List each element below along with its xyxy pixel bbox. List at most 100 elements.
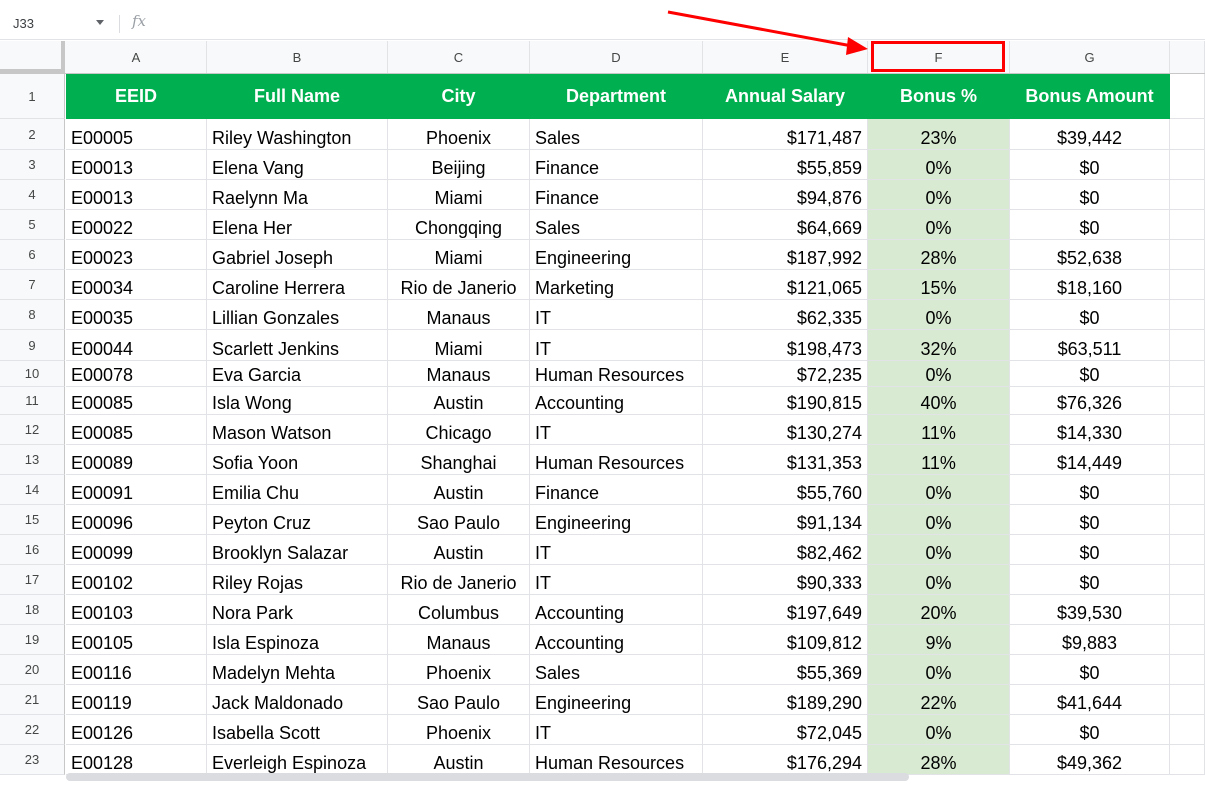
table-cell[interactable]: $0 bbox=[1010, 210, 1170, 240]
table-cell[interactable]: Austin bbox=[388, 745, 530, 775]
table-cell[interactable]: E00044 bbox=[66, 330, 207, 361]
table-cell[interactable]: 28% bbox=[868, 745, 1010, 775]
table-cell[interactable]: $14,330 bbox=[1010, 415, 1170, 445]
table-cell[interactable]: Austin bbox=[388, 475, 530, 505]
table-cell[interactable] bbox=[1170, 655, 1205, 685]
row-header[interactable]: 23 bbox=[0, 745, 65, 775]
column-header-b[interactable]: B bbox=[207, 41, 388, 73]
table-cell[interactable] bbox=[1170, 595, 1205, 625]
table-cell[interactable]: $52,638 bbox=[1010, 240, 1170, 270]
table-cell[interactable] bbox=[1170, 180, 1205, 210]
row-header[interactable]: 14 bbox=[0, 475, 65, 505]
table-cell[interactable]: E00085 bbox=[66, 415, 207, 445]
table-cell[interactable]: IT bbox=[530, 415, 703, 445]
table-cell[interactable]: $121,065 bbox=[703, 270, 868, 300]
column-header-c[interactable]: C bbox=[388, 41, 530, 73]
table-cell[interactable]: E00022 bbox=[66, 210, 207, 240]
table-cell[interactable]: IT bbox=[530, 565, 703, 595]
row-header[interactable]: 16 bbox=[0, 535, 65, 565]
column-header-a[interactable]: A bbox=[66, 41, 207, 73]
column-header-f[interactable]: F bbox=[868, 41, 1010, 73]
table-cell[interactable]: Finance bbox=[530, 180, 703, 210]
table-cell[interactable]: 0% bbox=[868, 535, 1010, 565]
table-cell[interactable] bbox=[1170, 270, 1205, 300]
table-cell[interactable]: 0% bbox=[868, 150, 1010, 180]
row-header[interactable]: 13 bbox=[0, 445, 65, 475]
header-cell[interactable]: Bonus Amount bbox=[1010, 74, 1170, 119]
table-cell[interactable]: Austin bbox=[388, 387, 530, 415]
table-cell[interactable]: 0% bbox=[868, 475, 1010, 505]
table-cell[interactable]: 0% bbox=[868, 715, 1010, 745]
table-cell[interactable]: Columbus bbox=[388, 595, 530, 625]
table-cell[interactable]: Accounting bbox=[530, 595, 703, 625]
table-cell[interactable]: 28% bbox=[868, 240, 1010, 270]
table-cell[interactable]: Phoenix bbox=[388, 715, 530, 745]
table-cell[interactable]: Sao Paulo bbox=[388, 505, 530, 535]
header-cell[interactable]: Bonus % bbox=[868, 74, 1010, 119]
table-cell[interactable]: $55,369 bbox=[703, 655, 868, 685]
table-cell[interactable] bbox=[1170, 685, 1205, 715]
table-cell[interactable] bbox=[1170, 475, 1205, 505]
table-cell[interactable]: $0 bbox=[1010, 300, 1170, 330]
table-cell[interactable]: $72,235 bbox=[703, 361, 868, 387]
table-cell[interactable]: Isabella Scott bbox=[207, 715, 388, 745]
table-cell[interactable]: 22% bbox=[868, 685, 1010, 715]
table-cell[interactable] bbox=[1170, 565, 1205, 595]
row-header[interactable]: 20 bbox=[0, 655, 65, 685]
table-cell[interactable]: $0 bbox=[1010, 475, 1170, 505]
table-cell[interactable]: Human Resources bbox=[530, 361, 703, 387]
row-header[interactable]: 2 bbox=[0, 119, 65, 150]
table-cell[interactable]: $0 bbox=[1010, 505, 1170, 535]
table-cell[interactable] bbox=[1170, 300, 1205, 330]
table-cell[interactable]: Engineering bbox=[530, 685, 703, 715]
table-cell[interactable]: Eva Garcia bbox=[207, 361, 388, 387]
table-cell[interactable]: Austin bbox=[388, 535, 530, 565]
table-cell[interactable]: $55,760 bbox=[703, 475, 868, 505]
table-cell[interactable]: $0 bbox=[1010, 535, 1170, 565]
table-cell[interactable]: E00013 bbox=[66, 180, 207, 210]
table-cell[interactable]: 32% bbox=[868, 330, 1010, 361]
table-cell[interactable]: Miami bbox=[388, 180, 530, 210]
table-cell[interactable]: Raelynn Ma bbox=[207, 180, 388, 210]
table-cell[interactable]: Chongqing bbox=[388, 210, 530, 240]
table-cell[interactable]: Miami bbox=[388, 240, 530, 270]
table-cell[interactable]: E00116 bbox=[66, 655, 207, 685]
table-cell[interactable]: Accounting bbox=[530, 387, 703, 415]
table-cell[interactable]: 0% bbox=[868, 300, 1010, 330]
table-cell[interactable]: $82,462 bbox=[703, 535, 868, 565]
table-cell[interactable]: 11% bbox=[868, 415, 1010, 445]
table-cell[interactable]: $39,530 bbox=[1010, 595, 1170, 625]
table-cell[interactable]: 23% bbox=[868, 119, 1010, 150]
table-cell[interactable]: $0 bbox=[1010, 565, 1170, 595]
header-cell[interactable]: Full Name bbox=[207, 74, 388, 119]
row-header[interactable]: 18 bbox=[0, 595, 65, 625]
row-header[interactable]: 15 bbox=[0, 505, 65, 535]
horizontal-scrollbar[interactable] bbox=[66, 773, 909, 781]
row-header[interactable]: 17 bbox=[0, 565, 65, 595]
table-cell[interactable]: Sales bbox=[530, 119, 703, 150]
table-cell[interactable]: Finance bbox=[530, 150, 703, 180]
chevron-down-icon[interactable] bbox=[96, 20, 104, 25]
table-cell[interactable]: E00126 bbox=[66, 715, 207, 745]
table-cell[interactable]: $63,511 bbox=[1010, 330, 1170, 361]
table-cell[interactable]: 0% bbox=[868, 180, 1010, 210]
table-cell[interactable]: E00089 bbox=[66, 445, 207, 475]
column-header-h[interactable] bbox=[1170, 41, 1205, 73]
table-cell[interactable] bbox=[1170, 505, 1205, 535]
row-header[interactable]: 1 bbox=[0, 74, 65, 119]
table-cell[interactable]: IT bbox=[530, 300, 703, 330]
table-cell[interactable]: Scarlett Jenkins bbox=[207, 330, 388, 361]
table-cell[interactable]: $9,883 bbox=[1010, 625, 1170, 655]
table-cell[interactable] bbox=[1170, 715, 1205, 745]
table-cell[interactable]: E00085 bbox=[66, 387, 207, 415]
table-cell[interactable]: Madelyn Mehta bbox=[207, 655, 388, 685]
table-cell[interactable]: Nora Park bbox=[207, 595, 388, 625]
table-cell[interactable]: Sales bbox=[530, 655, 703, 685]
table-cell[interactable]: $130,274 bbox=[703, 415, 868, 445]
table-cell[interactable]: E00128 bbox=[66, 745, 207, 775]
table-cell[interactable]: E00023 bbox=[66, 240, 207, 270]
table-cell[interactable]: Isla Wong bbox=[207, 387, 388, 415]
table-cell[interactable]: Phoenix bbox=[388, 119, 530, 150]
table-cell[interactable]: $55,859 bbox=[703, 150, 868, 180]
table-cell[interactable] bbox=[1170, 387, 1205, 415]
